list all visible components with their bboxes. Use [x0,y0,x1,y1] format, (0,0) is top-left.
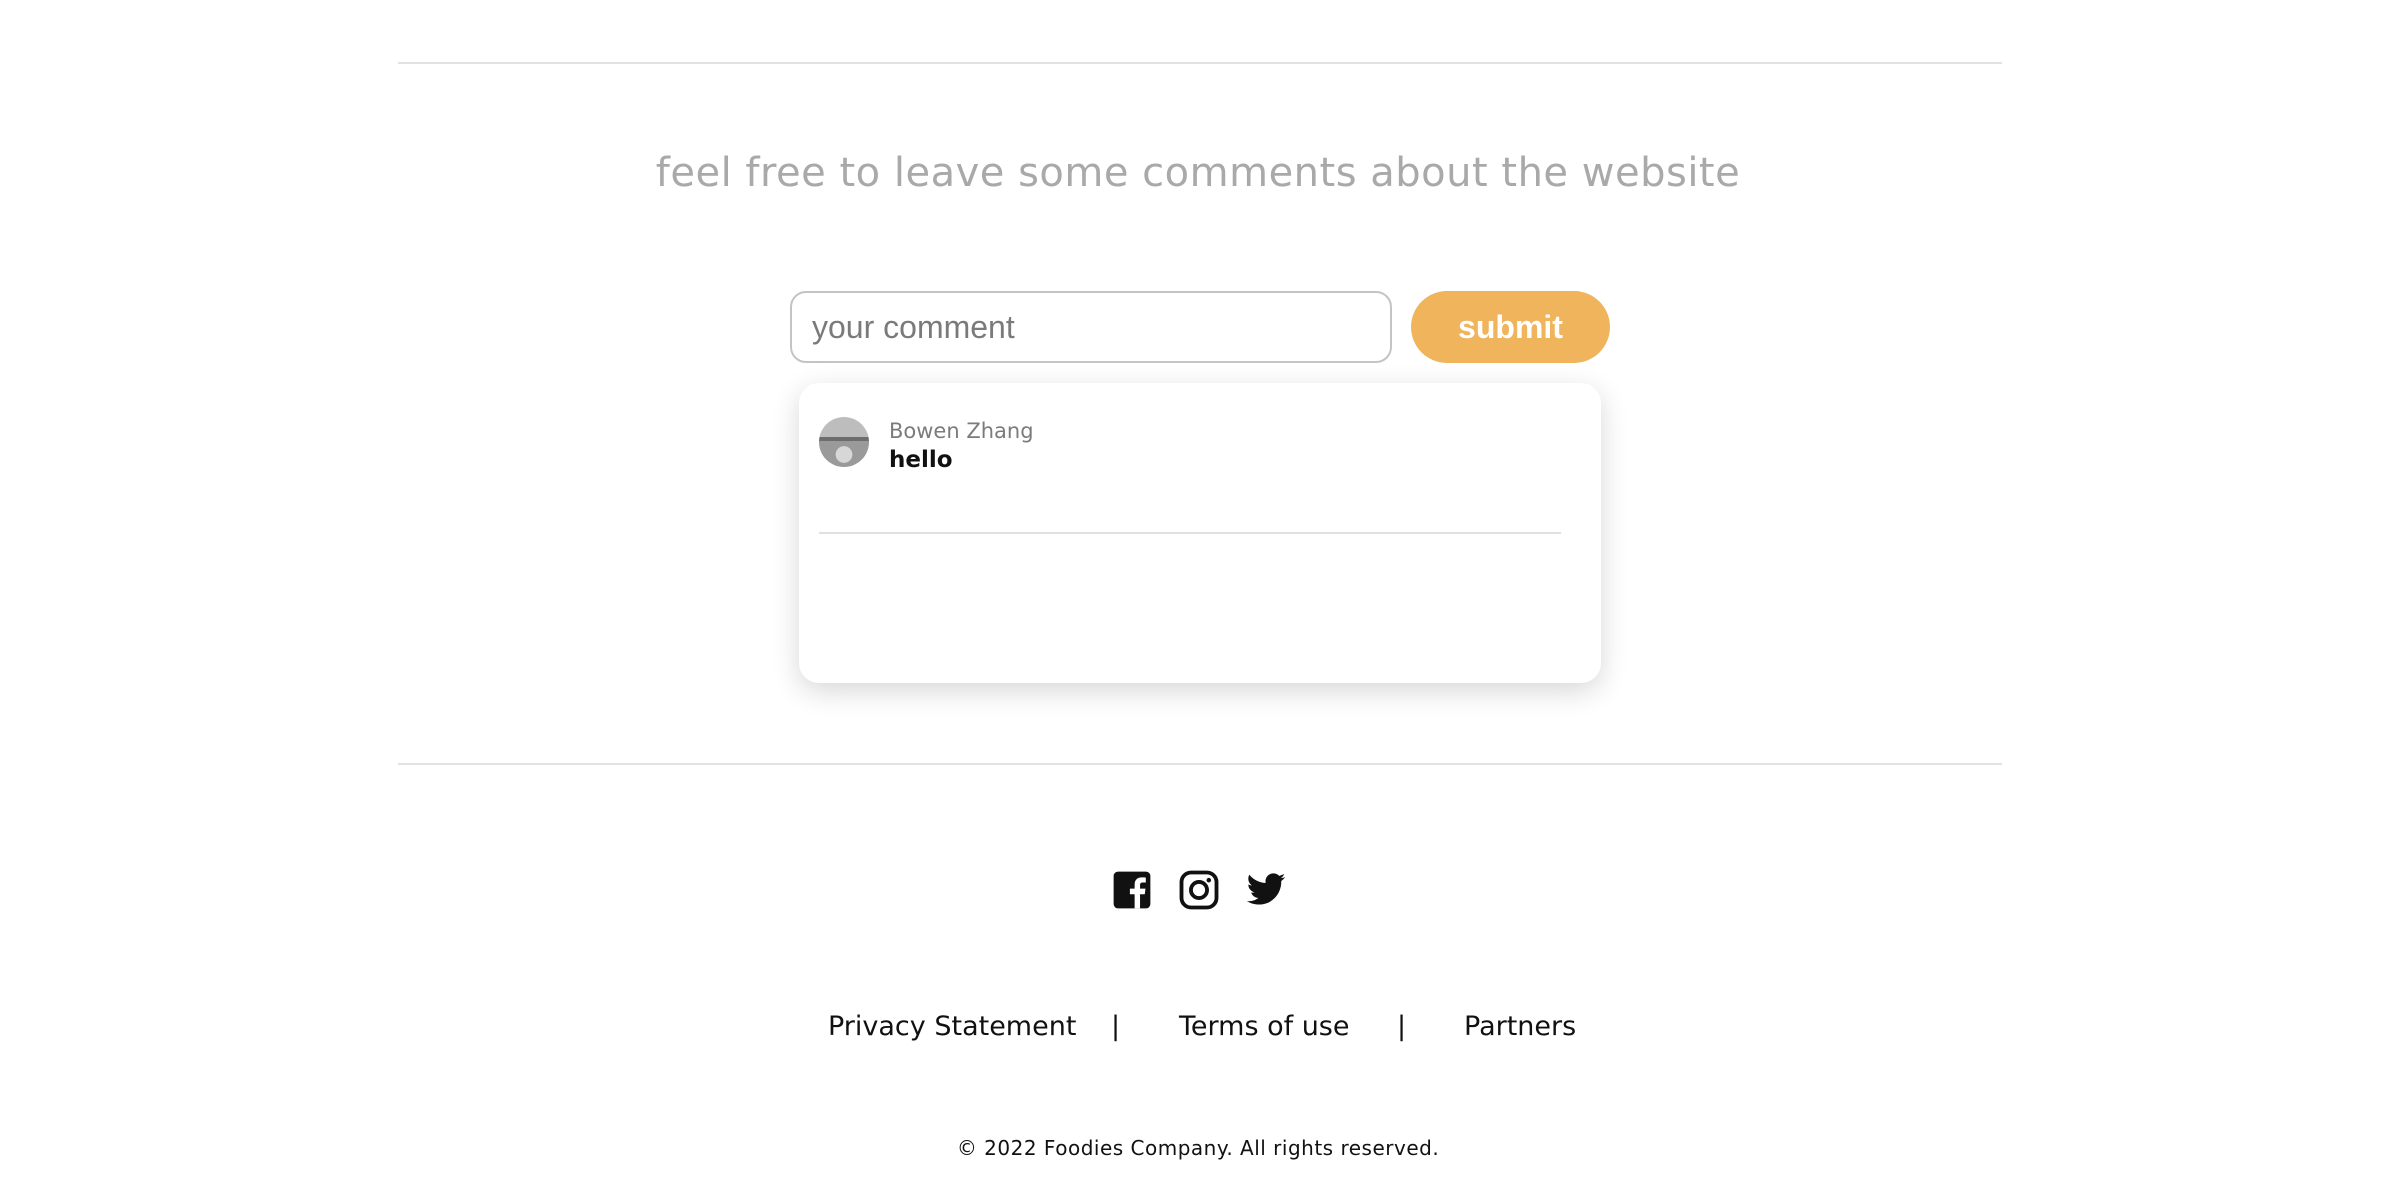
privacy-statement-link[interactable]: Privacy Statement [828,1011,1076,1042]
social-links [1111,869,1291,911]
comments-heading: feel free to leave some comments about t… [655,150,1741,196]
comment-author: Bowen Zhang [889,419,1034,443]
terms-of-use-link[interactable]: Terms of use [1179,1011,1350,1042]
top-divider [398,62,2002,64]
submit-button[interactable]: submit [1411,291,1610,363]
comment-divider [819,532,1561,534]
copyright-text: © 2022 Foodies Company. All rights reser… [956,1136,1440,1160]
bottom-divider [398,763,2002,765]
avatar [819,417,869,467]
page: feel free to leave some comments about t… [0,0,2396,1198]
comment-form: submit [790,291,1610,363]
comments-list: Bowen Zhang hello [799,383,1601,683]
comment-text: hello [889,447,953,473]
footer-links: Privacy Statement | Terms of use | Partn… [0,1011,2396,1051]
twitter-icon[interactable] [1245,869,1287,911]
partners-link[interactable]: Partners [1464,1011,1576,1042]
facebook-icon[interactable] [1111,869,1153,911]
instagram-icon[interactable] [1178,869,1220,911]
footer-separator: | [1111,1011,1121,1042]
footer-separator: | [1397,1011,1407,1042]
comment-input[interactable] [790,291,1392,363]
